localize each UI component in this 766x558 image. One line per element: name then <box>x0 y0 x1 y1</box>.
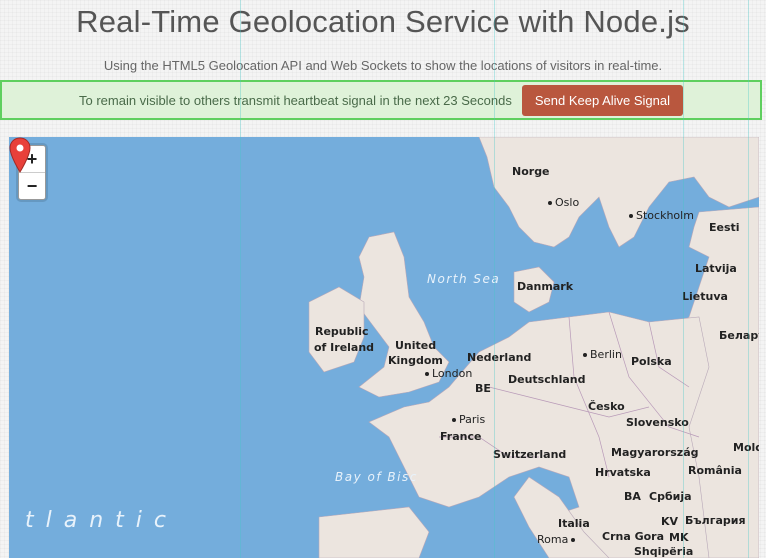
label-stockholm: Stockholm <box>629 209 694 222</box>
label-polska: Polska <box>631 355 672 368</box>
map-canvas[interactable]: + − Norge Oslo Stockholm Eesti Latvija L… <box>9 137 759 558</box>
location-marker-icon[interactable] <box>9 137 31 173</box>
label-london-text: London <box>432 367 473 380</box>
label-uk-1: United <box>395 339 437 352</box>
label-stockholm-text: Stockholm <box>636 209 694 222</box>
label-nederland: Nederland <box>467 351 532 364</box>
label-moldova: Moldo <box>733 441 759 454</box>
city-dot-icon <box>548 201 552 205</box>
heartbeat-alert: To remain visible to others transmit hea… <box>0 80 762 120</box>
label-london: London <box>425 367 472 380</box>
label-roma: Roma <box>537 533 578 546</box>
label-ireland-1: Republic <box>315 325 369 338</box>
label-paris: Paris <box>452 413 485 426</box>
city-dot-icon <box>583 353 587 357</box>
label-latvija: Latvija <box>695 262 737 275</box>
page-subtitle: Using the HTML5 Geolocation API and Web … <box>103 58 663 73</box>
label-ireland-2: of Ireland <box>314 341 375 354</box>
label-bulgaria: България <box>685 514 746 527</box>
label-cesko: Česko <box>588 400 625 413</box>
label-uk-2: Kingdom <box>388 354 443 367</box>
label-slovensko: Slovensko <box>626 416 689 429</box>
label-ba: BA <box>624 490 641 503</box>
zoom-out-button[interactable]: − <box>19 173 45 199</box>
label-lietuva: Lietuva <box>682 290 728 303</box>
map-tiles <box>308 137 759 558</box>
city-dot-icon <box>571 538 576 542</box>
label-kv: KV <box>661 515 679 528</box>
label-srbija: Србија <box>649 490 692 503</box>
send-keep-alive-button[interactable]: Send Keep Alive Signal <box>521 84 683 116</box>
label-eesti: Eesti <box>709 221 740 234</box>
page-title: Real-Time Geolocation Service with Node.… <box>76 4 690 39</box>
label-magyarorszag: Magyarország <box>611 446 699 459</box>
label-italia: Italia <box>558 517 590 530</box>
label-mk: MK <box>669 531 689 544</box>
heartbeat-message: To remain visible to others transmit hea… <box>78 92 512 108</box>
label-danmark: Danmark <box>517 280 574 293</box>
label-north-sea: North Sea <box>427 272 501 286</box>
label-be: BE <box>475 382 491 395</box>
label-shqiperia: Shqipëria <box>634 545 694 558</box>
label-oslo-text: Oslo <box>555 196 580 209</box>
label-paris-text: Paris <box>459 413 486 426</box>
label-deutschland: Deutschland <box>508 373 586 386</box>
label-atlantic: tlantic <box>25 508 178 533</box>
label-belarus: Белару <box>719 329 759 342</box>
label-norge: Norge <box>512 165 550 178</box>
label-berlin-text: Berlin <box>590 348 622 361</box>
land-iberia <box>318 506 430 558</box>
label-berlin: Berlin <box>583 348 622 361</box>
label-oslo: Oslo <box>548 196 579 209</box>
label-bay-of-biscay: Bay of Bisc <box>335 470 418 484</box>
label-romania: România <box>688 464 742 477</box>
label-switzerland: Switzerland <box>493 448 567 461</box>
label-france: France <box>440 430 482 443</box>
city-dot-icon <box>452 418 456 422</box>
city-dot-icon <box>629 214 633 218</box>
label-hrvatska: Hrvatska <box>595 466 651 479</box>
label-crna-gora: Crna Gora <box>602 530 665 543</box>
city-dot-icon <box>425 372 429 376</box>
label-roma-text: Roma <box>537 533 569 546</box>
